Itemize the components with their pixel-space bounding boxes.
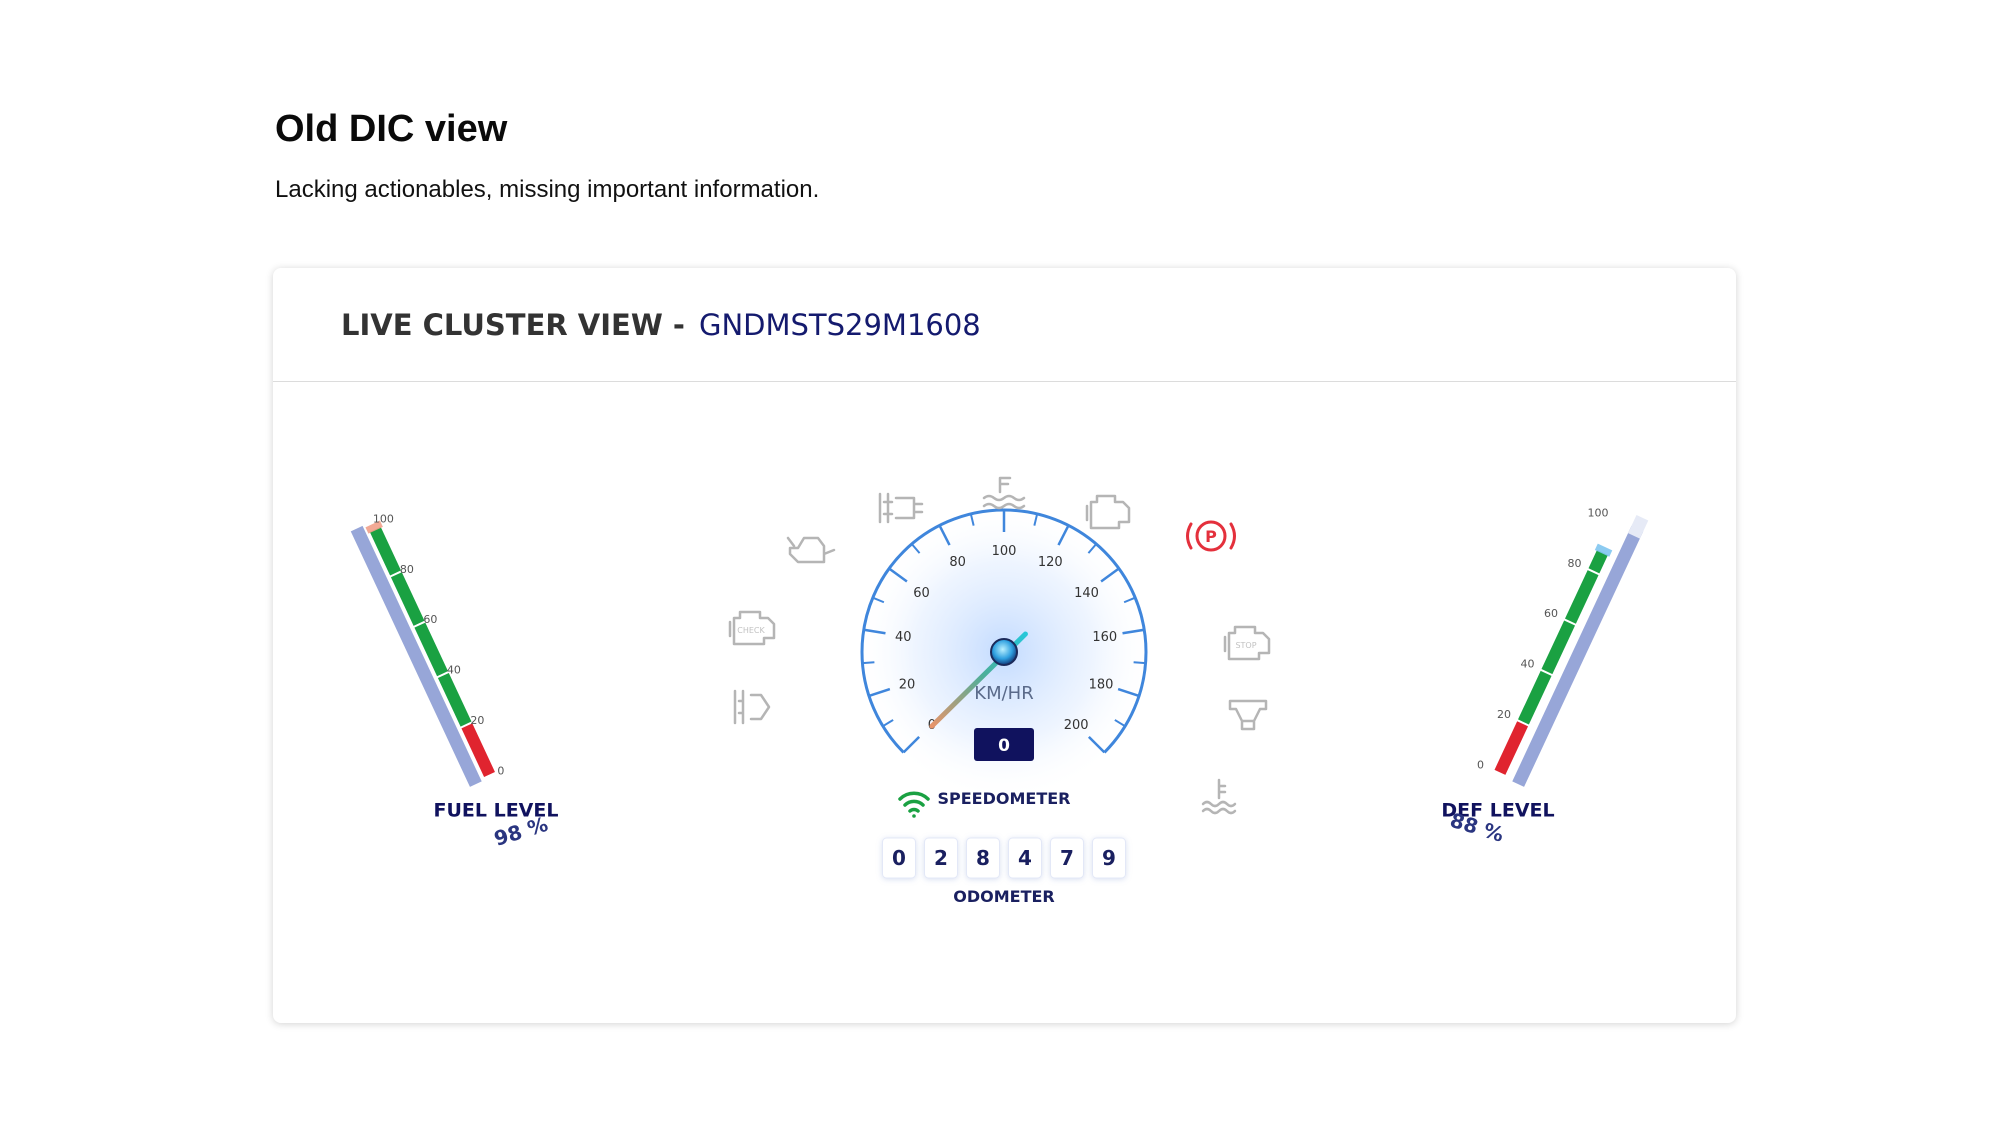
vehicle-id: GNDMSTS29M1608 bbox=[698, 307, 981, 342]
fuel-gauge-ticks: 0 20 40 60 80 100 bbox=[373, 512, 504, 777]
speed-tick-label: 80 bbox=[949, 555, 966, 570]
glow-plug-icon bbox=[733, 689, 771, 725]
speed-tick-label: 20 bbox=[899, 678, 916, 693]
fuel-gauge-track bbox=[350, 525, 482, 787]
engine-icon bbox=[1085, 494, 1131, 530]
coolant-temperature-icon bbox=[1201, 778, 1237, 815]
gauge-tick-label: 40 bbox=[447, 664, 461, 677]
parking-brake-icon: P bbox=[1186, 520, 1236, 552]
speed-tick-label: 100 bbox=[992, 544, 1017, 559]
odometer-digit: 4 bbox=[1018, 846, 1032, 870]
gauge-tick-label: 0 bbox=[1477, 758, 1484, 771]
gauge-tick-label: 100 bbox=[1587, 506, 1608, 519]
network-signal-icon bbox=[898, 791, 930, 818]
odometer-digit: 2 bbox=[934, 846, 948, 870]
svg-text:P: P bbox=[1205, 527, 1217, 546]
gauge-tick-label: 80 bbox=[400, 563, 414, 576]
def-gauge-segments bbox=[1494, 543, 1613, 775]
odometer: 0 2 8 4 7 9 bbox=[882, 837, 1126, 879]
speedometer: 020406080100120140160180200 KM/HR 0 SPEE… bbox=[854, 502, 1154, 808]
speed-tick-label: 160 bbox=[1092, 630, 1117, 645]
odometer-label: ODOMETER bbox=[953, 887, 1055, 906]
cluster-header-label: LIVE CLUSTER VIEW - bbox=[341, 307, 685, 342]
speed-tick-label: 180 bbox=[1089, 678, 1114, 693]
speedometer-hub bbox=[990, 638, 1018, 666]
gauge-tick-label: 0 bbox=[497, 764, 504, 777]
odometer-digit: 9 bbox=[1102, 846, 1116, 870]
svg-text:STOP: STOP bbox=[1235, 641, 1256, 650]
odometer-digit: 8 bbox=[976, 846, 990, 870]
speed-tick-label: 200 bbox=[1064, 718, 1089, 733]
speedometer-label: SPEEDOMETER bbox=[937, 789, 1070, 808]
fuel-gauge: 020406080100 FUEL LEVEL bbox=[350, 512, 558, 822]
speed-tick-label: 120 bbox=[1038, 555, 1063, 570]
speed-tick-label: 40 bbox=[895, 630, 912, 645]
gauge-tick-label: 20 bbox=[1497, 708, 1511, 721]
transmission-icon bbox=[1228, 699, 1268, 731]
page-title: Old DIC view bbox=[275, 108, 508, 150]
odometer-digit: 7 bbox=[1060, 846, 1074, 870]
gauge-tick-label: 40 bbox=[1520, 658, 1534, 671]
gauge-tick-label: 60 bbox=[423, 613, 437, 626]
speed-tick-label: 60 bbox=[913, 586, 930, 601]
speed-unit: KM/HR bbox=[974, 683, 1033, 704]
stop-engine-icon: STOP bbox=[1223, 625, 1271, 661]
exhaust-filter-icon bbox=[878, 492, 924, 524]
odometer-digit: 0 bbox=[892, 846, 906, 870]
gauge-tick-label: 60 bbox=[1544, 607, 1558, 620]
cluster-card: LIVE CLUSTER VIEW - GNDMSTS29M1608 0 20 … bbox=[273, 268, 1736, 1023]
card-header: LIVE CLUSTER VIEW - GNDMSTS29M1608 bbox=[273, 268, 1736, 382]
speed-value: 0 bbox=[998, 736, 1010, 756]
def-gauge: 020406080100 DEF LEVEL bbox=[1441, 506, 1649, 822]
speed-tick bbox=[862, 661, 875, 665]
svg-text:CHECK: CHECK bbox=[737, 626, 765, 635]
gauge-tick-label: 100 bbox=[373, 512, 394, 525]
page-subtitle: Lacking actionables, missing important i… bbox=[275, 176, 820, 203]
engine-check-icon: CHECK bbox=[728, 610, 776, 646]
speed-tick bbox=[1133, 661, 1146, 665]
gauge-tick-label: 20 bbox=[470, 714, 484, 727]
cluster-graphic: 020406080100 FUEL LEVEL 98 % 02040608010… bbox=[350, 476, 1649, 906]
speed-tick-label: 140 bbox=[1074, 586, 1099, 601]
oil-can-icon bbox=[786, 536, 836, 564]
gauge-tick-label: 80 bbox=[1567, 557, 1581, 570]
fuel-gauge-segments bbox=[365, 520, 495, 778]
